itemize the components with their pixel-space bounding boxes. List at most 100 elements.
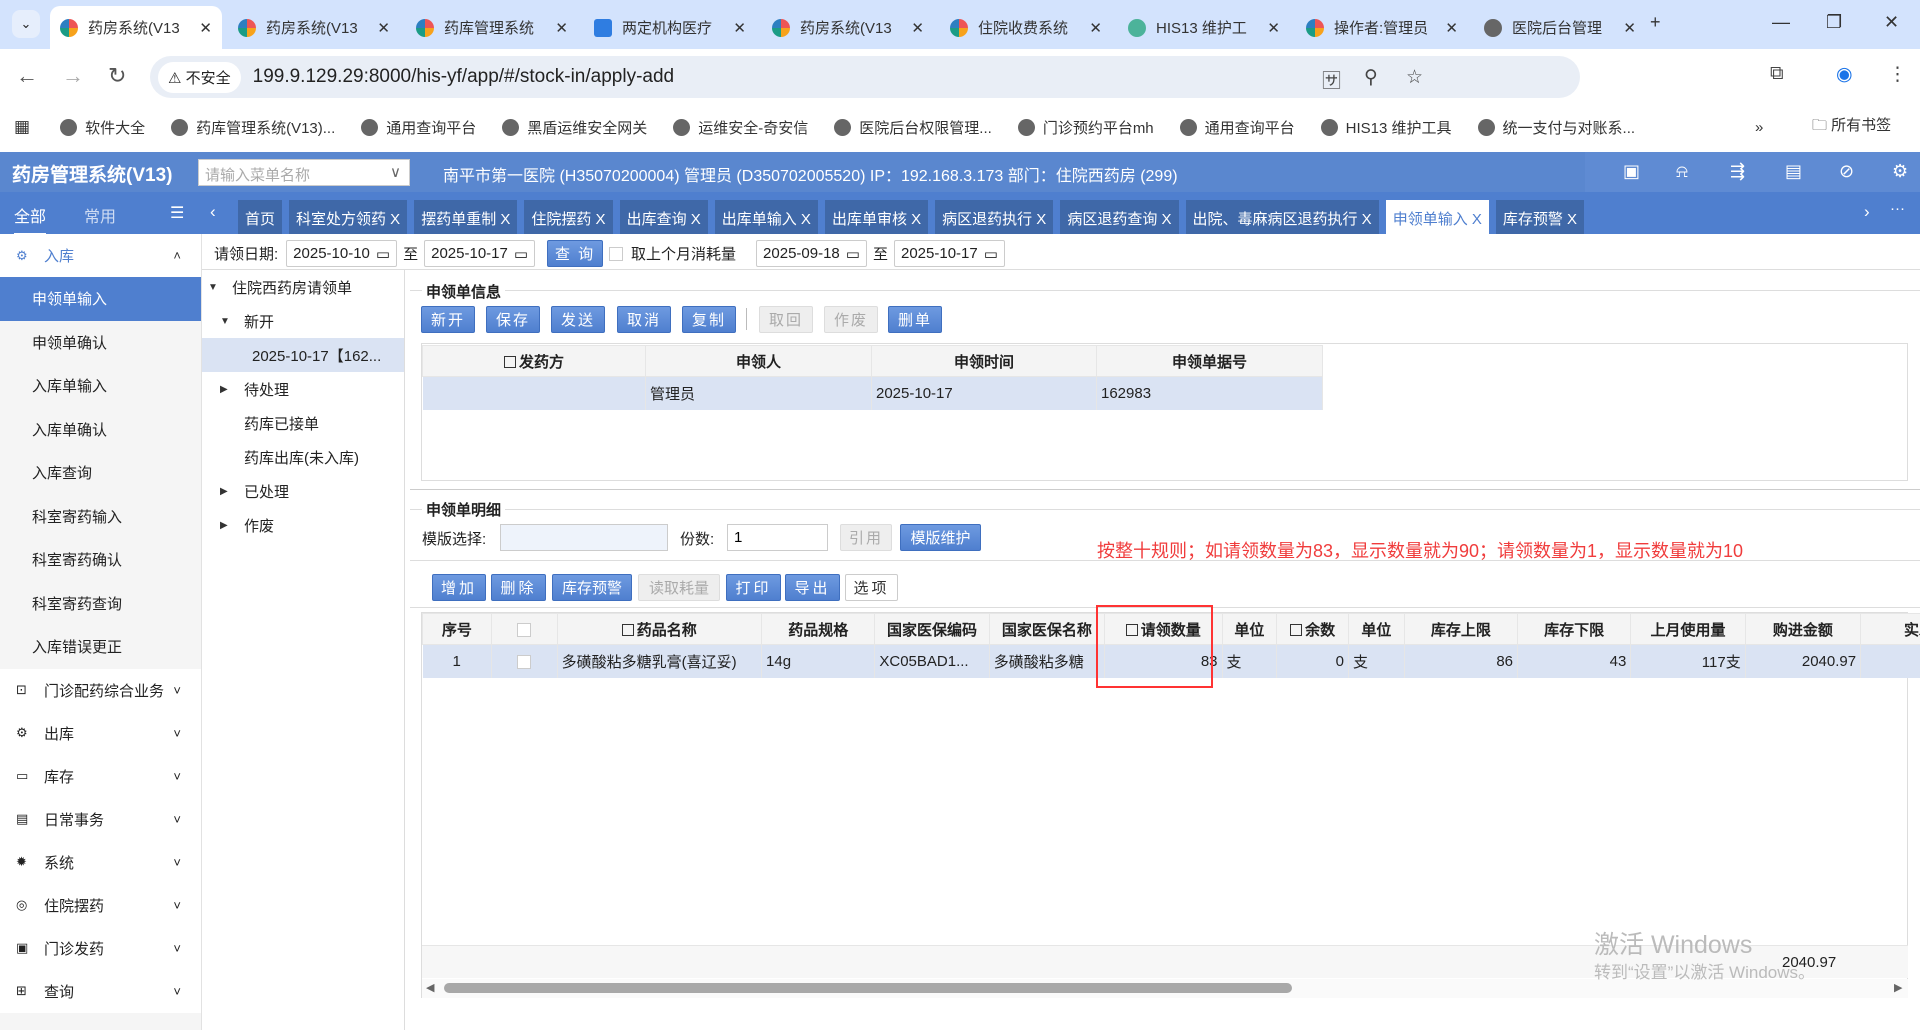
extensions-icon[interactable]: ⧉ bbox=[1770, 63, 1784, 85]
bookmark-item[interactable]: 软件大全 bbox=[60, 117, 145, 138]
page-tab[interactable]: 出院、毒麻病区退药执行 X bbox=[1185, 200, 1379, 234]
detail-button[interactable]: 导出 bbox=[785, 574, 840, 601]
sidebar-group[interactable]: ▭ 库存 ˅ bbox=[0, 754, 201, 798]
close-icon[interactable]: ✕ bbox=[1089, 19, 1102, 37]
browser-tab[interactable]: 两定机构医疗 ✕ bbox=[584, 6, 756, 49]
tree-node-done[interactable]: ▶ 已处理 bbox=[202, 474, 404, 508]
column-header[interactable]: 申领单据号 bbox=[1096, 345, 1323, 377]
close-icon[interactable]: ✕ bbox=[199, 19, 212, 37]
close-icon[interactable]: ✕ bbox=[733, 19, 746, 37]
close-icon[interactable]: ✕ bbox=[1267, 19, 1280, 37]
info-button[interactable]: 保存 bbox=[486, 306, 540, 333]
column-header[interactable]: 发药方 bbox=[422, 345, 646, 377]
menu-search-input[interactable]: 请输入菜单名称 ∨ bbox=[198, 159, 410, 186]
sidebar-group[interactable]: ▤ 日常事务 ˅ bbox=[0, 797, 201, 841]
page-tab[interactable]: 出库单审核 X bbox=[824, 200, 929, 234]
close-icon[interactable]: ✕ bbox=[1445, 19, 1458, 37]
sidebar-group[interactable]: ◎ 住院摆药 ˅ bbox=[0, 883, 201, 927]
tree-node-pending[interactable]: ▶ 待处理 bbox=[202, 372, 404, 406]
card-reader-icon[interactable]: ▣ bbox=[1623, 161, 1640, 182]
column-header[interactable]: 单位 bbox=[1221, 613, 1278, 645]
page-tab[interactable]: 住院摆药 X bbox=[524, 200, 613, 234]
column-header[interactable]: 国家医保名称 bbox=[988, 613, 1106, 645]
sidebar-item[interactable]: 科室寄药查询 bbox=[0, 582, 201, 626]
bookmark-item[interactable]: 门诊预约平台mh bbox=[1017, 117, 1154, 138]
template-maintain-button[interactable]: 模版维护 bbox=[900, 524, 981, 551]
logout-icon[interactable]: ⊘ bbox=[1839, 161, 1854, 182]
sidebar-item[interactable]: 入库单确认 bbox=[0, 408, 201, 452]
tree-node-shipped[interactable]: 药库出库(未入库) bbox=[202, 440, 404, 474]
page-tab[interactable]: 摆药单重制 X bbox=[414, 200, 518, 234]
browser-tab[interactable]: 药房系统(V13 ✕ bbox=[228, 6, 400, 49]
page-tab[interactable]: 出库单输入 X bbox=[714, 200, 818, 234]
restore-button[interactable]: ❐ bbox=[1826, 12, 1842, 33]
tree-node-accepted[interactable]: 药库已接单 bbox=[202, 406, 404, 440]
sidebar-item[interactable]: 科室寄药确认 bbox=[0, 538, 201, 582]
date-to-input[interactable]: 2025-10-17 ▭ bbox=[424, 240, 536, 267]
close-icon[interactable]: ✕ bbox=[1623, 19, 1636, 37]
collapse-menu-icon[interactable]: ☰ bbox=[170, 203, 184, 223]
detail-button[interactable]: 选项 bbox=[845, 574, 898, 601]
sidebar-group[interactable]: ▣ 门诊发药 ˅ bbox=[0, 926, 201, 970]
tabs-scroll-right-icon[interactable]: › bbox=[1864, 202, 1870, 222]
info-button[interactable]: 新开 bbox=[421, 306, 475, 333]
page-tab[interactable]: 申领单输入 X bbox=[1385, 200, 1489, 234]
sidebar-item[interactable]: 申领单确认 bbox=[0, 321, 201, 365]
column-header[interactable]: 实发数量 bbox=[1860, 613, 1920, 645]
sidebar-group[interactable]: ✹ 系统 ˅ bbox=[0, 840, 201, 884]
column-header[interactable]: 库存上限 bbox=[1403, 613, 1519, 645]
column-header[interactable]: 国家医保编码 bbox=[874, 613, 990, 645]
browser-tab[interactable]: 药房系统(V13 ✕ bbox=[50, 6, 222, 49]
browser-tab[interactable]: 操作者:管理员 ✕ bbox=[1296, 6, 1468, 49]
back-icon[interactable]: ← bbox=[16, 63, 38, 89]
minimize-button[interactable]: — bbox=[1772, 12, 1790, 33]
info-button[interactable]: 作废 bbox=[824, 306, 878, 333]
info-button[interactable]: 删单 bbox=[888, 306, 942, 333]
page-tab[interactable]: 首页 bbox=[238, 200, 283, 234]
info-button[interactable]: 复制 bbox=[682, 306, 736, 333]
query-button[interactable]: 查 询 bbox=[547, 240, 604, 267]
new-tab-button[interactable]: + bbox=[1650, 12, 1661, 33]
tree-node-root[interactable]: ▼ 住院西药房请领单 bbox=[202, 270, 404, 304]
scroll-right-icon[interactable]: ▶ bbox=[1894, 981, 1902, 994]
detail-button[interactable]: 增加 bbox=[432, 574, 486, 601]
detail-button[interactable]: 打印 bbox=[726, 574, 781, 601]
forward-icon[interactable]: → bbox=[62, 63, 84, 89]
mode-common-tab[interactable]: 常用 bbox=[84, 203, 116, 227]
info-button[interactable]: 发送 bbox=[551, 306, 605, 333]
profile-icon[interactable]: ◉ bbox=[1836, 63, 1853, 86]
page-tab[interactable]: 病区退药执行 X bbox=[935, 200, 1054, 234]
document-icon[interactable]: ▤ bbox=[1785, 161, 1802, 182]
more-bookmarks[interactable]: » bbox=[1755, 119, 1763, 136]
column-header[interactable]: 库存下限 bbox=[1517, 613, 1632, 645]
bookmark-item[interactable]: 统一支付与对账系... bbox=[1477, 117, 1635, 138]
sidebar-item[interactable]: 入库错误更正 bbox=[0, 625, 201, 669]
copies-input[interactable] bbox=[727, 524, 828, 551]
column-header[interactable]: 药品规格 bbox=[761, 613, 876, 645]
column-header[interactable]: 申领时间 bbox=[871, 345, 1097, 377]
reload-icon[interactable]: ↻ bbox=[108, 63, 126, 89]
browser-tab[interactable]: 药库管理系统 ✕ bbox=[406, 6, 578, 49]
sidebar-group[interactable]: ⚙ 出库 ˅ bbox=[0, 711, 201, 755]
tree-node-new[interactable]: ▼ 新开 bbox=[202, 304, 404, 338]
translate-icon[interactable]: 🈂 bbox=[1322, 66, 1341, 93]
detail-button[interactable]: 读取耗量 bbox=[638, 574, 720, 601]
column-header[interactable]: 申领人 bbox=[645, 345, 872, 377]
select-all-checkbox[interactable] bbox=[517, 622, 532, 637]
all-bookmarks[interactable]: 🗀 所有书签 bbox=[1812, 114, 1891, 140]
column-header[interactable]: 购进金额 bbox=[1744, 613, 1862, 645]
zoom-icon[interactable]: ⚲ bbox=[1364, 66, 1378, 89]
gear-icon[interactable]: ⚙ bbox=[1892, 161, 1908, 182]
bookmark-item[interactable]: 运维安全-奇安信 bbox=[673, 117, 808, 138]
bookmark-item[interactable]: 药库管理系统(V13)... bbox=[171, 117, 335, 138]
bookmark-item[interactable]: 通用查询平台 bbox=[1179, 117, 1295, 138]
tree-node-void[interactable]: ▶ 作废 bbox=[202, 508, 404, 542]
last-month-checkbox[interactable] bbox=[609, 246, 624, 261]
bookmark-item[interactable]: HIS13 维护工具 bbox=[1320, 117, 1452, 138]
switch-icon[interactable]: ⇶ bbox=[1730, 161, 1745, 182]
column-header[interactable]: 单位 bbox=[1348, 613, 1405, 645]
menu-icon[interactable]: ⋮ bbox=[1888, 63, 1907, 86]
tab-search-button[interactable]: ⌄ bbox=[12, 10, 40, 38]
sidebar-group[interactable]: ⊞ 查询 ˅ bbox=[0, 969, 201, 1013]
detail-button[interactable]: 库存预警 bbox=[552, 574, 632, 601]
